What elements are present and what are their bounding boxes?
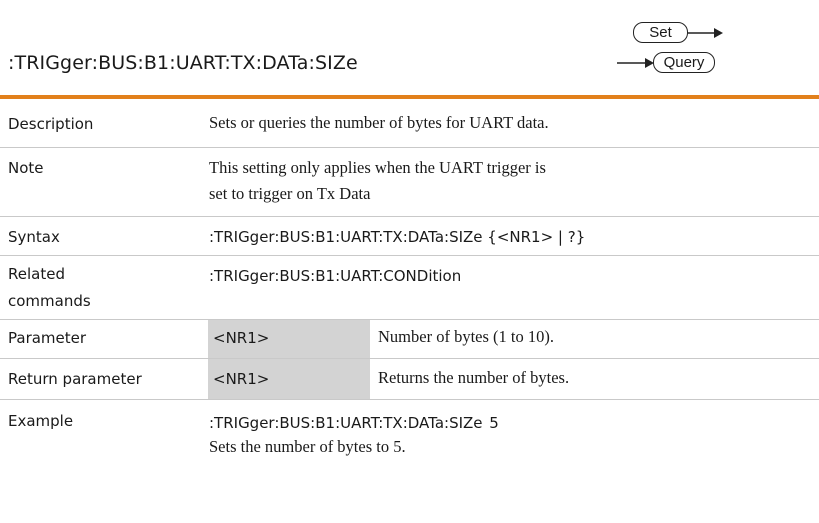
syntax-label: Syntax xyxy=(8,228,60,246)
parameter-type: <NR1> xyxy=(213,329,270,347)
syntax-text: :TRIGger:BUS:B1:UART:TX:DATa:SIZe {<NR1>… xyxy=(209,228,586,246)
query-arrow-icon xyxy=(617,58,654,68)
note-line-1: This setting only applies when the UART … xyxy=(209,158,546,177)
row-divider xyxy=(0,319,819,320)
example-text: Sets the number of bytes to 5. xyxy=(209,437,406,456)
row-divider xyxy=(0,216,819,217)
example-code: :TRIGger:BUS:B1:UART:TX:DATa:SIZe 5 xyxy=(209,414,499,432)
set-arrow-icon xyxy=(688,28,723,38)
note-line-2: set to trigger on Tx Data xyxy=(209,184,371,203)
related-command: :TRIGger:BUS:B1:UART:CONDition xyxy=(209,267,462,285)
related-label-line-1: Related xyxy=(8,265,65,283)
header-rule xyxy=(0,95,819,99)
description-text: Sets or queries the number of bytes for … xyxy=(209,113,549,132)
description-label: Description xyxy=(8,115,94,133)
parameter-desc: Number of bytes (1 to 10). xyxy=(378,327,554,346)
row-divider xyxy=(0,255,819,256)
row-divider xyxy=(0,358,819,359)
row-divider xyxy=(0,147,819,148)
return-parameter-type: <NR1> xyxy=(213,370,270,388)
note-label: Note xyxy=(8,159,44,177)
parameter-label: Parameter xyxy=(8,329,87,347)
set-badge: Set xyxy=(633,22,688,43)
return-parameter-label: Return parameter xyxy=(8,370,142,388)
return-parameter-desc: Returns the number of bytes. xyxy=(378,368,570,387)
example-label: Example xyxy=(8,412,74,430)
related-label-line-2: commands xyxy=(8,292,91,310)
command-title: :TRIGger:BUS:B1:UART:TX:DATa:SIZe xyxy=(8,52,358,74)
query-badge: Query xyxy=(653,52,715,73)
row-divider xyxy=(0,399,819,400)
